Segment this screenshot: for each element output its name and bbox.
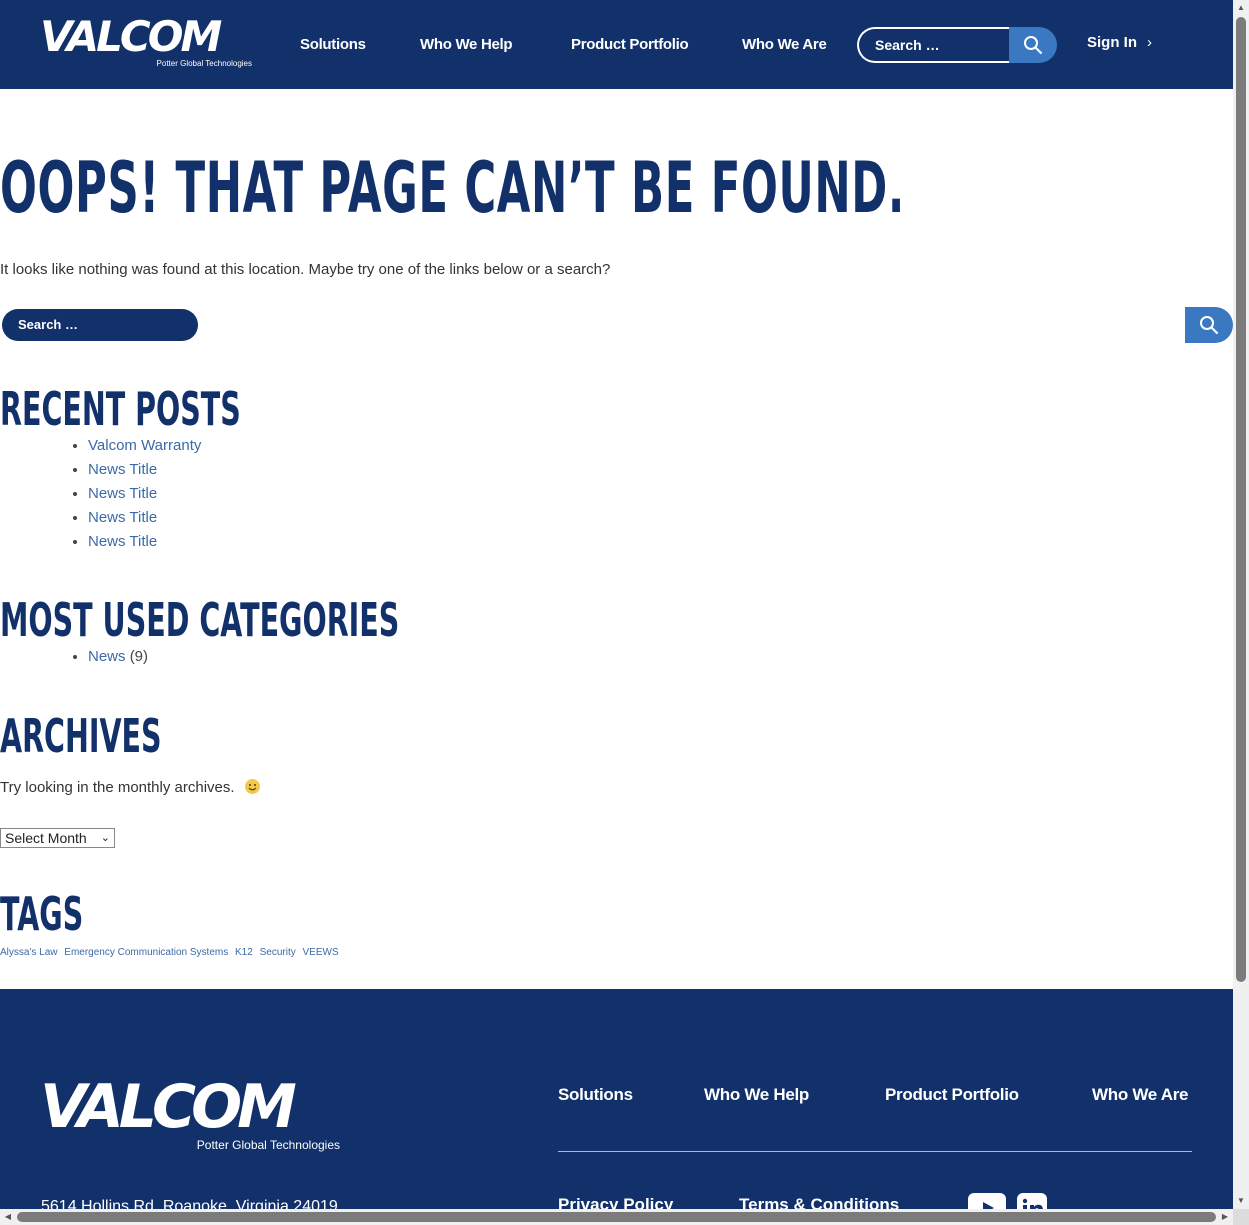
not-found-message: It looks like nothing was found at this … (0, 261, 611, 278)
tag-link[interactable]: Security (260, 947, 296, 958)
site-footer: VALCOM Potter Global Technologies Soluti… (0, 989, 1233, 1209)
list-item: Valcom Warranty (88, 434, 201, 458)
logo-wordmark: VALCOM (40, 12, 222, 61)
content-search-input[interactable]: Search … (2, 309, 198, 341)
site-header: VALCOM Potter Global Technologies Soluti… (0, 0, 1233, 89)
recent-post-link[interactable]: News Title (88, 533, 157, 550)
recent-post-link[interactable]: News Title (88, 461, 157, 478)
footer-address: 5614 Hollins Rd, Roanoke, Virginia 24019 (41, 1198, 338, 1209)
list-item: News Title (88, 458, 201, 482)
categories-heading: MOST USED CATEGORIES (0, 593, 400, 647)
nav-who-we-are[interactable]: Who We Are (742, 36, 827, 53)
footer-logo[interactable]: VALCOM Potter Global Technologies (40, 1077, 340, 1151)
list-item: News Title (88, 482, 201, 506)
scrollbar-corner (1233, 1209, 1249, 1225)
search-icon (1024, 36, 1043, 55)
recent-post-link[interactable]: News Title (88, 509, 157, 526)
scrollbar-thumb[interactable] (1236, 17, 1246, 982)
recent-posts-list: Valcom Warranty News Title News Title Ne… (70, 434, 201, 554)
logo-tagline: Potter Global Technologies (156, 59, 252, 68)
tag-cloud: Alyssa's Law Emergency Communication Sys… (0, 947, 343, 958)
archive-month-select[interactable]: Select Month ⌄ (0, 828, 115, 848)
tags-heading: TAGS (0, 887, 84, 941)
scroll-down-arrow-icon[interactable]: ▼ (1233, 1193, 1249, 1209)
terms-link[interactable]: Terms & Conditions (739, 1195, 899, 1209)
header-search: Search … (857, 27, 1057, 63)
archives-note: Try looking in the monthly archives. (0, 779, 260, 796)
sign-in-link[interactable]: Sign In › (1087, 34, 1152, 51)
list-item: News Title (88, 530, 201, 554)
linkedin-icon[interactable] (1017, 1193, 1047, 1209)
footer-nav-solutions[interactable]: Solutions (558, 1085, 633, 1105)
header-search-input[interactable]: Search … (857, 27, 1009, 63)
list-item: News Title (88, 506, 201, 530)
footer-nav-product-portfolio[interactable]: Product Portfolio (885, 1085, 1019, 1105)
tag-link[interactable]: Emergency Communication Systems (64, 947, 228, 958)
select-value: Select Month (5, 830, 87, 846)
chevron-right-icon: › (1147, 34, 1152, 51)
vertical-scrollbar[interactable]: ▲ ▼ (1233, 0, 1249, 1209)
recent-posts-heading: RECENT POSTS (0, 382, 241, 436)
content-search-button[interactable] (1185, 307, 1233, 343)
smiley-icon (244, 779, 260, 794)
footer-divider (558, 1151, 1192, 1152)
header-search-button[interactable] (1009, 27, 1057, 63)
category-link[interactable]: News (88, 648, 126, 665)
footer-nav-who-we-help[interactable]: Who We Help (704, 1085, 809, 1105)
scroll-left-arrow-icon[interactable]: ◀ (0, 1209, 16, 1225)
recent-post-link[interactable]: Valcom Warranty (88, 437, 201, 454)
scroll-up-arrow-icon[interactable]: ▲ (1233, 0, 1249, 16)
page-title: OOPS! THAT PAGE CAN’T BE FOUND. (0, 147, 906, 229)
privacy-policy-link[interactable]: Privacy Policy (558, 1195, 673, 1209)
scrollbar-thumb[interactable] (17, 1212, 1216, 1222)
tag-link[interactable]: VEEWS (303, 947, 339, 958)
footer-nav-who-we-are[interactable]: Who We Are (1092, 1085, 1188, 1105)
valcom-logo[interactable]: VALCOM Potter Global Technologies (40, 16, 252, 68)
tag-link[interactable]: K12 (235, 947, 253, 958)
nav-product-portfolio[interactable]: Product Portfolio (571, 36, 689, 53)
list-item: News (9) (88, 645, 148, 669)
chevron-down-icon: ⌄ (100, 832, 110, 844)
archives-note-text: Try looking in the monthly archives. (0, 779, 235, 796)
youtube-icon[interactable] (968, 1193, 1006, 1209)
categories-list: News (9) (70, 645, 148, 669)
search-icon (1200, 316, 1219, 335)
scroll-right-arrow-icon[interactable]: ▶ (1217, 1209, 1233, 1225)
nav-who-we-help[interactable]: Who We Help (420, 36, 513, 53)
sign-in-label: Sign In (1087, 34, 1137, 51)
tag-link[interactable]: Alyssa's Law (0, 947, 58, 958)
page: VALCOM Potter Global Technologies Soluti… (0, 0, 1233, 1209)
horizontal-scrollbar[interactable]: ◀ ▶ (0, 1209, 1233, 1225)
archives-heading: ARCHIVES (0, 709, 162, 763)
category-count: (9) (129, 648, 149, 665)
nav-solutions[interactable]: Solutions (300, 36, 366, 53)
recent-post-link[interactable]: News Title (88, 485, 157, 502)
logo-wordmark: VALCOM (40, 1072, 297, 1142)
